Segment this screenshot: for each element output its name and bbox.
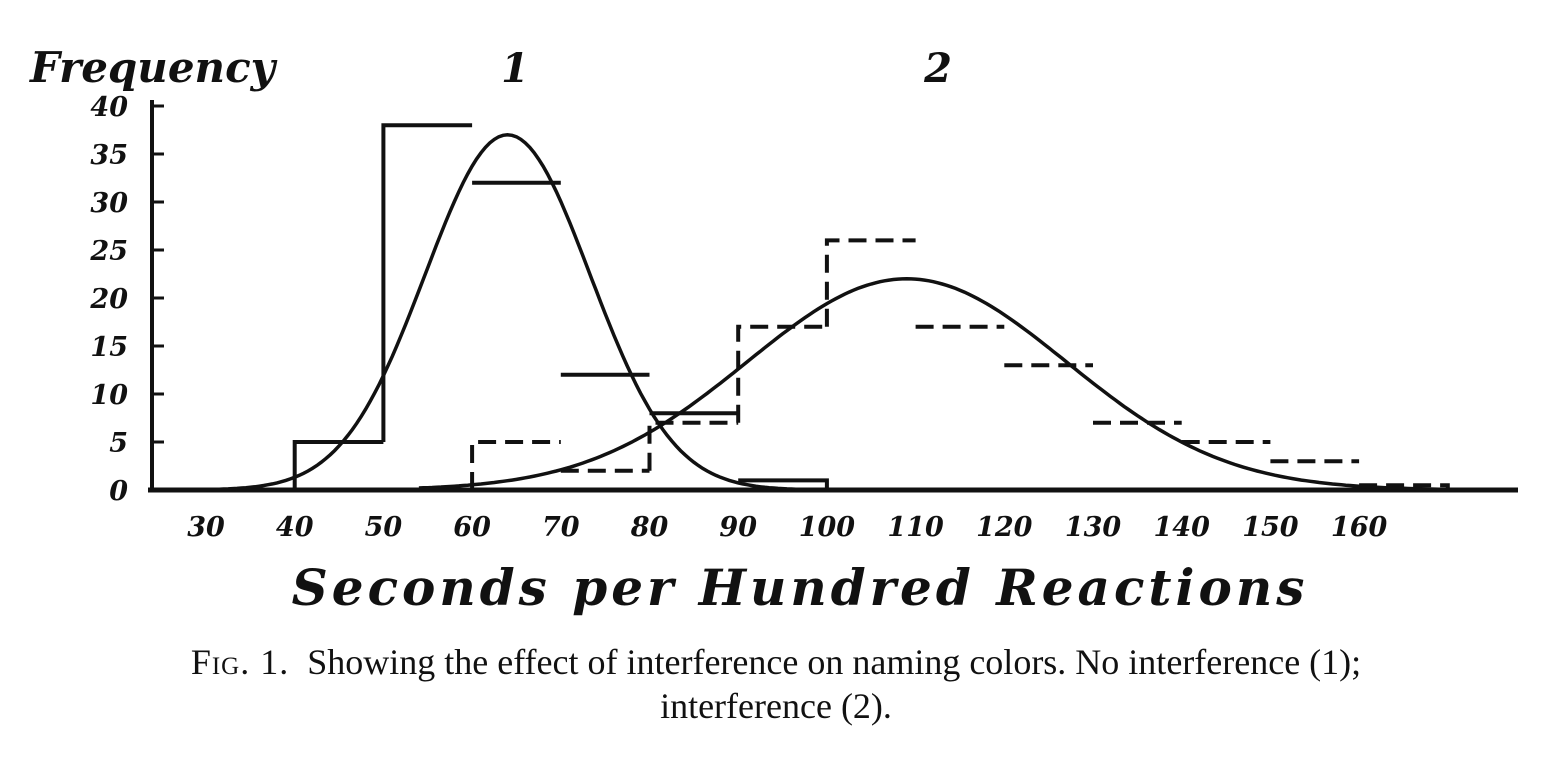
y-axis-label: Frequency bbox=[29, 43, 278, 92]
caption-line-1: Fig. 1. Showing the effect of interferen… bbox=[0, 640, 1552, 684]
y-tick-label: 25 bbox=[89, 236, 128, 267]
x-tick-label: 110 bbox=[887, 512, 944, 543]
x-tick-label: 90 bbox=[719, 512, 757, 543]
x-tick-label: 40 bbox=[276, 512, 314, 543]
y-tick-label: 40 bbox=[90, 92, 128, 123]
x-tick-label: 120 bbox=[976, 512, 1033, 543]
x-tick-label: 140 bbox=[1154, 512, 1211, 543]
y-tick-label: 35 bbox=[90, 140, 128, 171]
fitted-curves bbox=[205, 133, 1466, 492]
x-tick-label: 160 bbox=[1331, 512, 1388, 543]
y-tick-label: 30 bbox=[90, 188, 128, 219]
x-tick-label: 80 bbox=[630, 512, 669, 543]
histogram-bar-series-2 bbox=[736, 324, 827, 423]
chart: Frequency 0 5 10 15 20 25 30 35 40 30 40 50 60 70 80 9… bbox=[29, 43, 1518, 617]
normal-curve-series-1 bbox=[205, 133, 810, 492]
x-tick-label: 30 bbox=[187, 512, 225, 543]
caption-text: Showing the effect of interference on na… bbox=[307, 642, 1362, 682]
figure-caption: Fig. 1. Showing the effect of interferen… bbox=[0, 640, 1552, 728]
series-label-1: 1 bbox=[501, 45, 529, 92]
histogram-bar-series-1 bbox=[381, 123, 473, 442]
histogram-bars bbox=[292, 123, 1450, 490]
x-axis-label: Seconds per Hundred Reactions bbox=[292, 558, 1309, 617]
y-tick-label: 0 bbox=[109, 476, 128, 507]
y-tick-label: 20 bbox=[89, 284, 128, 315]
x-ticks: 30 40 50 60 70 80 90 100 110 120 130 140 150 160 bbox=[187, 512, 1387, 543]
x-tick-label: 130 bbox=[1065, 512, 1122, 543]
figure-label: Fig. 1. bbox=[190, 642, 290, 682]
x-tick-label: 60 bbox=[453, 512, 491, 543]
caption-line-2: interference (2). bbox=[660, 686, 892, 726]
y-tick-label: 15 bbox=[90, 332, 128, 363]
x-tick-label: 50 bbox=[365, 512, 403, 543]
normal-curve-series-2 bbox=[418, 277, 1466, 492]
y-tick-label: 10 bbox=[90, 380, 128, 411]
x-tick-label: 100 bbox=[799, 512, 856, 543]
x-tick-label: 70 bbox=[542, 512, 580, 543]
series-label-2: 2 bbox=[923, 45, 952, 92]
x-tick-label: 150 bbox=[1242, 512, 1299, 543]
series-labels: 12 bbox=[501, 45, 952, 92]
histogram-bar-series-1 bbox=[292, 440, 384, 490]
y-tick-label: 5 bbox=[109, 428, 128, 459]
axes bbox=[148, 100, 1518, 493]
